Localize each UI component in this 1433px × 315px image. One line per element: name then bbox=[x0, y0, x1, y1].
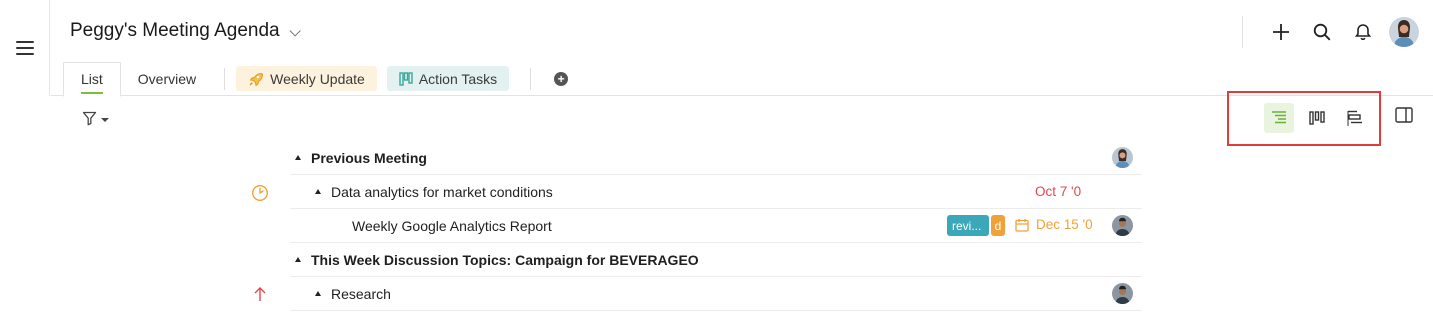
tab-action-tasks[interactable]: Action Tasks bbox=[386, 66, 510, 91]
top-actions bbox=[1242, 14, 1419, 50]
subtask-title[interactable]: Weekly Google Analytics Report bbox=[352, 218, 552, 234]
due-date[interactable]: Oct 7 '0 bbox=[1035, 184, 1081, 199]
subtask-row[interactable]: Weekly Google Analytics Report revi... d… bbox=[290, 209, 1142, 243]
tab-action-tasks-label: Action Tasks bbox=[418, 70, 498, 87]
task-row[interactable]: Data analytics for market conditions Oct… bbox=[290, 175, 1142, 209]
assignee-avatar[interactable] bbox=[1112, 147, 1133, 168]
tag-badge[interactable]: revi... bbox=[947, 215, 989, 236]
section-title[interactable]: This Week Discussion Topics: Campaign fo… bbox=[311, 252, 699, 268]
sidebar-toggle[interactable] bbox=[0, 0, 50, 96]
tag-badge[interactable]: d bbox=[991, 215, 1005, 236]
task-row[interactable]: Research bbox=[290, 277, 1142, 311]
top-bar: Peggy's Meeting Agenda List Overview Wee… bbox=[51, 0, 1433, 97]
tab-divider bbox=[224, 67, 226, 90]
arrow-up-icon[interactable] bbox=[250, 284, 270, 304]
collapse-toggle-icon[interactable] bbox=[315, 291, 321, 296]
rocket-icon bbox=[248, 71, 264, 87]
collapse-toggle-icon[interactable] bbox=[315, 189, 321, 194]
section-title[interactable]: Previous Meeting bbox=[311, 150, 427, 166]
title-row[interactable]: Peggy's Meeting Agenda bbox=[70, 20, 301, 42]
kanban-icon bbox=[399, 71, 413, 86]
section-row[interactable]: Previous Meeting bbox=[290, 141, 1142, 175]
tab-list-label: List bbox=[81, 65, 103, 94]
gantt-view-button[interactable] bbox=[1340, 103, 1370, 133]
filter-button[interactable] bbox=[82, 111, 109, 126]
due-date-group[interactable]: Dec 15 '0 bbox=[1015, 217, 1093, 232]
page-title[interactable]: Peggy's Meeting Agenda bbox=[70, 20, 280, 42]
section-row[interactable]: This Week Discussion Topics: Campaign fo… bbox=[290, 243, 1142, 277]
collapse-toggle-icon[interactable] bbox=[295, 257, 301, 262]
actions-divider bbox=[1242, 16, 1243, 48]
board-view-button[interactable] bbox=[1302, 103, 1332, 133]
task-list: Previous Meeting Data analytics for mark… bbox=[290, 141, 1142, 311]
collapse-toggle-icon[interactable] bbox=[295, 155, 301, 160]
clock-icon[interactable] bbox=[250, 183, 270, 203]
bell-icon[interactable] bbox=[1348, 17, 1378, 47]
side-panel-icon[interactable] bbox=[1395, 107, 1415, 127]
assignee-avatar[interactable] bbox=[1112, 215, 1133, 236]
list-view-icon bbox=[1272, 111, 1286, 124]
tab-weekly-update-label: Weekly Update bbox=[270, 70, 365, 87]
task-title[interactable]: Research bbox=[331, 286, 391, 302]
add-tab-icon[interactable]: + bbox=[554, 71, 569, 86]
plus-icon[interactable] bbox=[1266, 17, 1296, 47]
gantt-view-icon bbox=[1347, 110, 1362, 126]
caret-down-icon[interactable] bbox=[101, 118, 109, 122]
list-view-button[interactable] bbox=[1264, 103, 1294, 133]
user-avatar[interactable] bbox=[1389, 17, 1419, 47]
tab-bar: List Overview Weekly Update Action Tasks… bbox=[63, 61, 569, 97]
due-date: Dec 15 '0 bbox=[1036, 217, 1093, 232]
search-icon[interactable] bbox=[1307, 17, 1337, 47]
assignee-avatar[interactable] bbox=[1112, 283, 1133, 304]
board-view-icon bbox=[1309, 111, 1325, 125]
tab-divider bbox=[530, 67, 532, 90]
tab-overview[interactable]: Overview bbox=[121, 61, 213, 96]
hamburger-icon[interactable] bbox=[15, 41, 34, 55]
funnel-icon[interactable] bbox=[82, 111, 97, 126]
task-title[interactable]: Data analytics for market conditions bbox=[331, 184, 553, 200]
tab-weekly-update[interactable]: Weekly Update bbox=[236, 66, 377, 91]
chevron-down-icon[interactable] bbox=[289, 25, 301, 37]
tab-list[interactable]: List bbox=[63, 62, 121, 97]
calendar-icon bbox=[1015, 218, 1029, 232]
tab-overview-label: Overview bbox=[137, 70, 197, 87]
